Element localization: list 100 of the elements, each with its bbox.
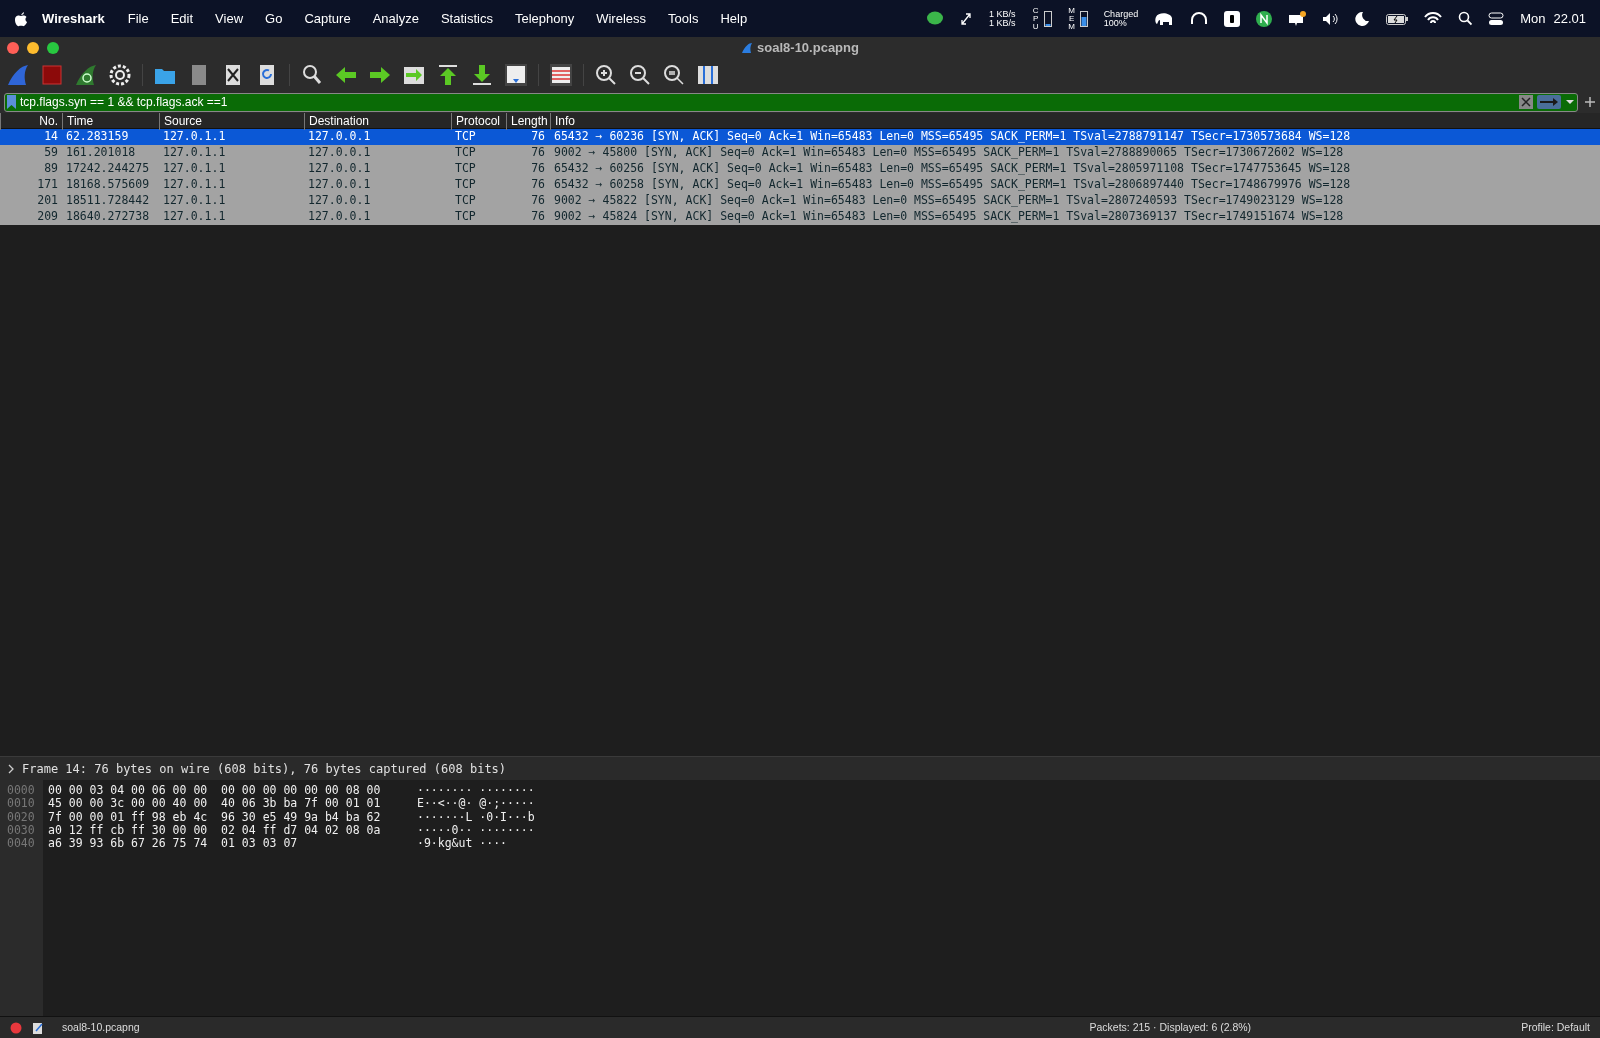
- square-app-icon[interactable]: [1224, 10, 1241, 27]
- notification-icon[interactable]: [1288, 10, 1307, 27]
- plus-icon[interactable]: [1584, 96, 1596, 108]
- table-cell-text: 127.0.1.1: [162, 160, 227, 178]
- menu-item[interactable]: Capture: [293, 8, 362, 29]
- table-cell-text: 65432 → 60256 [SYN, ACK] Seq=0 Ack=1 Win=65483 Len=0 MSS=65495 SACK_PERM=1 TSval=2805971108 TSecr=1747753645 WS=128: [553, 160, 1352, 178]
- table-cell-text: TCP: [454, 128, 477, 146]
- apple-icon[interactable]: [14, 10, 28, 27]
- edit-comment-icon[interactable]: [32, 1021, 44, 1034]
- profile-label[interactable]: Profile: Default: [1521, 1019, 1590, 1036]
- menu-item[interactable]: Statistics: [429, 8, 504, 29]
- table-cell-text: 76: [530, 176, 546, 194]
- hex-bytes: 00 00 03 04 00 06 00 00 00 00 00 00 00 00 08 00: [48, 784, 382, 797]
- table-cell-text: 76: [530, 160, 546, 178]
- table-cell-text: 59: [43, 144, 59, 162]
- table-cell-text: 127.0.1.1: [162, 176, 227, 194]
- moon-icon[interactable]: [1354, 10, 1371, 27]
- table-cell-text: TCP: [454, 192, 477, 210]
- menu-item[interactable]: Tools: [657, 8, 710, 29]
- offset-label: 0010: [7, 797, 36, 811]
- capture-status-icon[interactable]: [10, 1021, 22, 1034]
- table-cell-text: 65432 → 60236 [SYN, ACK] Seq=0 Ack=1 Win=65483 Len=0 MSS=65495 SACK_PERM=1 TSval=2788791147 TSecr=1730573684 WS=128: [553, 128, 1352, 146]
- clear-icon[interactable]: [1519, 95, 1533, 109]
- menu-item[interactable]: Analyze: [361, 8, 430, 29]
- table-cell-text: 127.0.0.1: [307, 144, 372, 162]
- app-menu[interactable]: Wireshark: [28, 8, 117, 29]
- shark-fin-icon[interactable]: [6, 62, 30, 87]
- table-cell-text: 9002 → 45800 [SYN, ACK] Seq=0 Ack=1 Win=65483 Len=0 MSS=65495 SACK_PERM=1 TSval=2788890065 TSecr=1730672602 WS=128: [553, 144, 1345, 162]
- hex-bytes: a0 12 ff cb ff 30 00 00 02 04 ff d7 04 02 08 0a: [48, 823, 382, 837]
- menu-item[interactable]: Wireless: [585, 8, 658, 29]
- ascii-bytes: ·····0·· ········: [417, 823, 535, 837]
- file-name: soal8-10.pcapng: [62, 1019, 140, 1035]
- table-cell-text: TCP: [454, 208, 477, 226]
- packet-count: Packets: 215 · Displayed: 6 (2.8%): [1089, 1019, 1252, 1035]
- zoom-button[interactable]: [47, 42, 59, 54]
- zoom-out-icon[interactable]: [628, 62, 652, 87]
- zoom-reset-icon[interactable]: [662, 62, 686, 87]
- restart-fin-icon[interactable]: [74, 62, 98, 87]
- table-cell-text: 127.0.1.1: [162, 144, 227, 162]
- table-cell-text: 127.0.0.1: [307, 128, 372, 146]
- table-cell-text: 76: [530, 192, 546, 210]
- table-cell-text: 65432 → 60258 [SYN, ACK] Seq=0 Ack=1 Win=65483 Len=0 MSS=65495 SACK_PERM=1 TSval=2806897440 TSecr=1748679976 WS=128: [553, 176, 1352, 194]
- table-cell-text: 127.0.0.1: [307, 176, 372, 194]
- cpu-label: CPU: [1031, 6, 1040, 31]
- table-cell-text: 127.0.1.1: [162, 128, 227, 146]
- headphones-icon[interactable]: [1190, 10, 1209, 27]
- cpu-meter-icon[interactable]: [1043, 10, 1052, 27]
- table-cell-text: 171: [36, 176, 59, 194]
- table-cell-text: 89: [43, 160, 59, 178]
- zoom-in-icon[interactable]: [594, 62, 618, 87]
- close-button[interactable]: [7, 42, 19, 54]
- table-cell-text: 9002 → 45824 [SYN, ACK] Seq=0 Ack=1 Win=65483 Len=0 MSS=65495 SACK_PERM=1 TSval=2807369137 TSecr=1749151674 WS=128: [553, 208, 1345, 226]
- apply-arrow-icon[interactable]: [1537, 95, 1561, 109]
- hex-bytes: 45 00 00 3c 00 00 40 00 40 06 3b ba 7f 00 01 01: [48, 797, 382, 811]
- collapsed-caret-icon[interactable]: [6, 763, 16, 774]
- memory-meter-icon[interactable]: [1079, 10, 1088, 27]
- control-center-icon[interactable]: [1488, 10, 1505, 27]
- memory-label: MEM: [1067, 6, 1076, 31]
- packet-row[interactable]: 14 62.283159 127.0.1.1 127.0.0.1 TCP 76 65432 → 60236 [SYN, ACK] Seq=0 Ack=1 Win=65483 Len=0 MSS=65495 SACK_PERM=1 TSval=2788791147 TSecr=1730573684 WS=128: [0, 129, 1600, 145]
- hex-bytes: 7f 00 00 01 ff 98 eb 4c 96 30 e5 49 9a b4 ba 62: [48, 810, 382, 824]
- table-cell-text: 127.0.0.1: [307, 160, 372, 178]
- dropdown-caret-icon[interactable]: [1565, 98, 1575, 106]
- menu-item[interactable]: Telephony: [503, 8, 586, 29]
- menu-item[interactable]: Help: [709, 8, 759, 29]
- network-upload-speed: 1 KB/s: [989, 9, 1016, 19]
- clock-day: Mon: [1520, 8, 1546, 29]
- elephant-icon[interactable]: [1154, 10, 1175, 27]
- search-icon[interactable]: [300, 62, 324, 87]
- menu-item[interactable]: Go: [254, 8, 294, 29]
- shark-fin-icon: [741, 41, 754, 54]
- table-cell-text: 127.0.0.1: [307, 208, 372, 226]
- arrow-up-icon[interactable]: [436, 62, 460, 87]
- packet-row[interactable]: 59 161.201018 127.0.1.1 127.0.0.1 TCP 76 9002 → 45800 [SYN, ACK] Seq=0 Ack=1 Win=65483 Len=0 MSS=65495 SACK_PERM=1 TSval=2788890065 TSecr=1730672602 WS=128: [0, 145, 1600, 161]
- search-icon[interactable]: [1458, 10, 1473, 27]
- menu-item[interactable]: Edit: [159, 8, 205, 29]
- ascii-bytes: ·9·kg&ut ····: [417, 837, 507, 851]
- packet-row[interactable]: 89 17242.244275 127.0.1.1 127.0.0.1 TCP 76 65432 → 60256 [SYN, ACK] Seq=0 Ack=1 Win=65483 Len=0 MSS=65495 SACK_PERM=1 TSval=2805971108 TSecr=1747753645 WS=128: [0, 161, 1600, 177]
- table-cell-text: TCP: [454, 176, 477, 194]
- menu-item[interactable]: View: [204, 8, 255, 29]
- ascii-bytes: ········ ········: [417, 784, 535, 798]
- table-cell-text: 76: [530, 208, 546, 226]
- menu-item[interactable]: File: [116, 8, 160, 29]
- table-cell-text: 17242.244275: [65, 160, 151, 178]
- gear-icon[interactable]: [108, 62, 132, 87]
- packet-row[interactable]: 209 18640.272738 127.0.1.1 127.0.0.1 TCP 76 9002 → 45824 [SYN, ACK] Seq=0 Ack=1 Win=65483 Len=0 MSS=65495 SACK_PERM=1 TSval=2807369137 TSecr=1749151674 WS=128: [0, 209, 1600, 225]
- circle-app-icon[interactable]: [1256, 10, 1273, 27]
- table-cell-text: 127.0.1.1: [162, 208, 227, 226]
- packet-row[interactable]: 201 18511.728442 127.0.1.1 127.0.0.1 TCP 76 9002 → 45822 [SYN, ACK] Seq=0 Ack=1 Win=65483 Len=0 MSS=65495 SACK_PERM=1 TSval=2807240593 TSecr=1749023129 WS=128: [0, 193, 1600, 209]
- offset-label: 0020: [7, 810, 36, 824]
- offset-label: 0000: [7, 784, 36, 798]
- battery-status: Charged: [1103, 9, 1139, 19]
- table-cell-text: 9002 → 45822 [SYN, ACK] Seq=0 Ack=1 Win=65483 Len=0 MSS=65495 SACK_PERM=1 TSval=2807240593 TSecr=1749023129 WS=128: [553, 192, 1345, 210]
- arrow-down-icon[interactable]: [470, 62, 494, 87]
- expand-arrows-icon[interactable]: [959, 10, 974, 27]
- network-download-speed: 1 KB/s: [989, 18, 1016, 28]
- colorize-icon[interactable]: [549, 62, 573, 87]
- minimize-button[interactable]: [27, 42, 39, 54]
- packet-row[interactable]: 171 18168.575609 127.0.1.1 127.0.0.1 TCP 76 65432 → 60258 [SYN, ACK] Seq=0 Ack=1 Win=65483 Len=0 MSS=65495 SACK_PERM=1 TSval=2806897440 TSecr=1748679976 WS=128: [0, 177, 1600, 193]
- autoscroll-icon[interactable]: [504, 62, 528, 87]
- table-cell-text: 62.283159: [65, 128, 130, 146]
